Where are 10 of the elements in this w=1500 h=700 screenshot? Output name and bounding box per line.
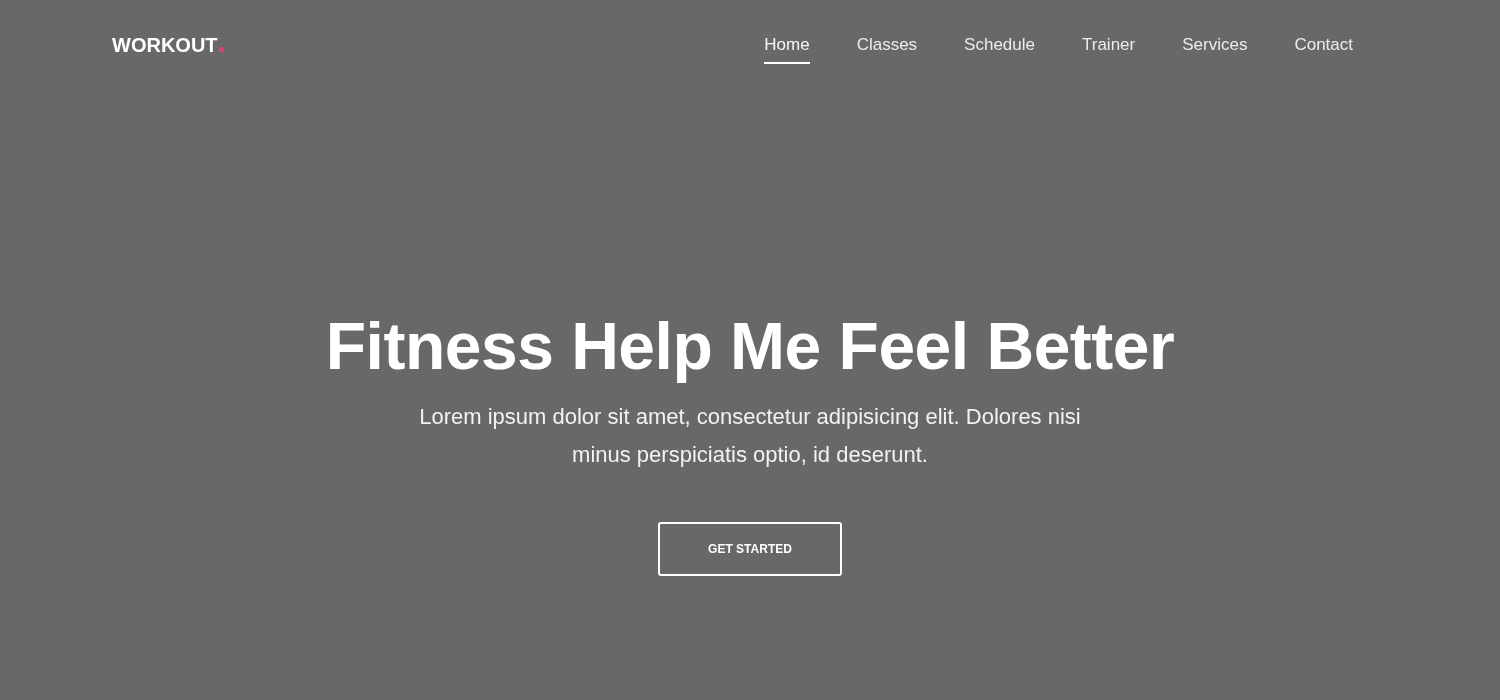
nav-link[interactable]: Schedule: [964, 33, 1035, 64]
hero-heading: Fitness Help Me Feel Better: [325, 308, 1175, 385]
nav-link[interactable]: Trainer: [1082, 33, 1136, 64]
hero-description: Lorem ipsum dolor sit amet, consectetur adipisicing elit. Dolores nisi minus perspiciatis optio, id deserunt.: [418, 403, 1082, 469]
nav-link[interactable]: Services: [1182, 33, 1248, 64]
nav-link[interactable]: Classes: [856, 33, 918, 64]
nav-link[interactable]: Home: [764, 33, 810, 64]
get-started-button[interactable]: GET STARTED: [658, 522, 842, 576]
nav-link[interactable]: Contact: [1294, 33, 1353, 64]
logo[interactable]: WORKOUT: [112, 31, 218, 59]
